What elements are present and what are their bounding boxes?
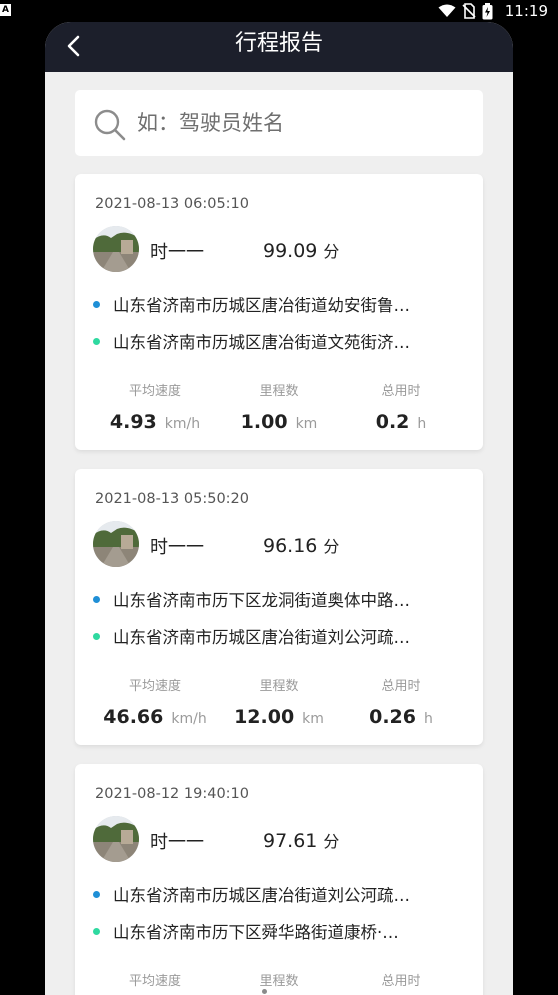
driver-name: 时一一 [150, 242, 204, 263]
end-address: 山东省济南市历城区唐冶街道文苑街济… [93, 329, 410, 353]
stat-label: 总用时 [381, 384, 421, 399]
avg-speed-stat: 平均速度 [95, 970, 215, 989]
score-unit: 分 [323, 242, 340, 261]
score-unit: 分 [323, 832, 340, 851]
nav-bar: 行程报告 [45, 22, 513, 72]
notification-icon: A [0, 4, 11, 16]
clock: 11:19 [504, 2, 548, 20]
driver-name: 时一一 [150, 832, 204, 853]
end-address-text: 山东省济南市历城区唐冶街道文苑街济… [113, 333, 410, 352]
end-address: 山东省济南市历城区唐冶街道刘公河疏… [93, 624, 410, 648]
end-address: 山东省济南市历下区舜华路街道康桥·… [93, 919, 399, 943]
avatar [93, 816, 139, 862]
stat-label: 里程数 [259, 384, 299, 399]
avatar [93, 521, 139, 567]
distance-stat: 里程数 12.00 km [219, 675, 339, 728]
driver-name: 时一一 [150, 537, 204, 558]
stat-value: 46.66 [103, 706, 164, 728]
trip-card[interactable]: 2021-08-12 19:40:10 时一一 97.61 分 山东省济南市历城区… [75, 764, 483, 995]
stat-unit: km/h [164, 416, 201, 432]
duration-stat: 总用时 0.26 h [341, 675, 461, 728]
app-screen: 行程报告 2021-08-13 06:05:10 时一一 99.09 分 山东省济… [45, 22, 513, 995]
stat-value: 1.00 [240, 411, 288, 433]
stat-label: 里程数 [259, 679, 299, 694]
trip-score: 99.09 分 [263, 238, 339, 262]
trip-datetime: 2021-08-13 06:05:10 [95, 196, 249, 212]
trip-datetime: 2021-08-13 05:50:20 [95, 491, 249, 507]
avatar [93, 226, 139, 272]
stat-label: 里程数 [259, 974, 299, 989]
stat-value: 4.93 [109, 411, 157, 433]
start-dot-icon [93, 890, 100, 898]
end-dot-icon [93, 927, 100, 935]
stat-unit: km [302, 711, 324, 727]
duration-stat: 总用时 [341, 970, 461, 989]
stat-unit: km [295, 416, 318, 432]
search-input[interactable] [137, 102, 467, 144]
trip-datetime: 2021-08-12 19:40:10 [95, 786, 249, 802]
score-unit: 分 [323, 537, 340, 556]
distance-stat: 里程数 1.00 km [219, 380, 339, 433]
battery-icon [482, 2, 493, 19]
start-address-text: 山东省济南市历下区龙洞街道奥体中路… [113, 591, 410, 610]
stat-unit: h [417, 416, 427, 432]
stat-label: 平均速度 [128, 679, 181, 694]
start-address: 山东省济南市历城区唐冶街道幼安街鲁… [93, 292, 410, 316]
stat-label: 总用时 [381, 679, 421, 694]
avg-speed-stat: 平均速度 4.93 km/h [95, 380, 215, 433]
page-title: 行程报告 [234, 31, 323, 56]
search-box[interactable] [75, 90, 483, 156]
stat-label: 总用时 [381, 974, 421, 989]
no-sim-icon [462, 3, 476, 19]
duration-stat: 总用时 0.2 h [341, 380, 461, 433]
trip-card[interactable]: 2021-08-13 06:05:10 时一一 99.09 分 山东省济南市历城区… [75, 174, 483, 450]
start-address: 山东省济南市历下区龙洞街道奥体中路… [93, 587, 410, 611]
score-value: 96.16 [263, 535, 318, 557]
stat-value: 0.2 [375, 411, 410, 433]
stat-value: 0.26 [369, 706, 416, 728]
status-bar: A 11:19 [0, 0, 558, 22]
start-dot-icon [93, 595, 100, 603]
stat-unit: km/h [171, 711, 207, 727]
start-dot-icon [93, 300, 100, 308]
score-value: 99.09 [263, 240, 318, 262]
start-address-text: 山东省济南市历城区唐冶街道刘公河疏… [113, 886, 410, 905]
wifi-icon [438, 4, 456, 17]
stat-label: 平均速度 [128, 384, 181, 399]
start-address: 山东省济南市历城区唐冶街道刘公河疏… [93, 882, 410, 906]
avg-speed-stat: 平均速度 46.66 km/h [95, 675, 215, 728]
end-dot-icon [93, 632, 100, 640]
score-value: 97.61 [263, 830, 318, 852]
trip-score: 96.16 分 [263, 533, 339, 557]
stat-label: 平均速度 [128, 974, 181, 989]
search-icon [94, 109, 126, 141]
end-dot-icon [93, 337, 100, 345]
end-address-text: 山东省济南市历城区唐冶街道刘公河疏… [113, 628, 410, 647]
stat-unit: h [424, 711, 433, 727]
start-address-text: 山东省济南市历城区唐冶街道幼安街鲁… [113, 296, 410, 315]
stat-value: 12.00 [234, 706, 295, 728]
trip-card[interactable]: 2021-08-13 05:50:20 时一一 96.16 分 山东省济南市历下区… [75, 469, 483, 745]
scroll-indicator [262, 989, 267, 994]
trip-score: 97.61 分 [263, 828, 339, 852]
distance-stat: 里程数 [219, 970, 339, 989]
end-address-text: 山东省济南市历下区舜华路街道康桥·… [113, 923, 399, 942]
